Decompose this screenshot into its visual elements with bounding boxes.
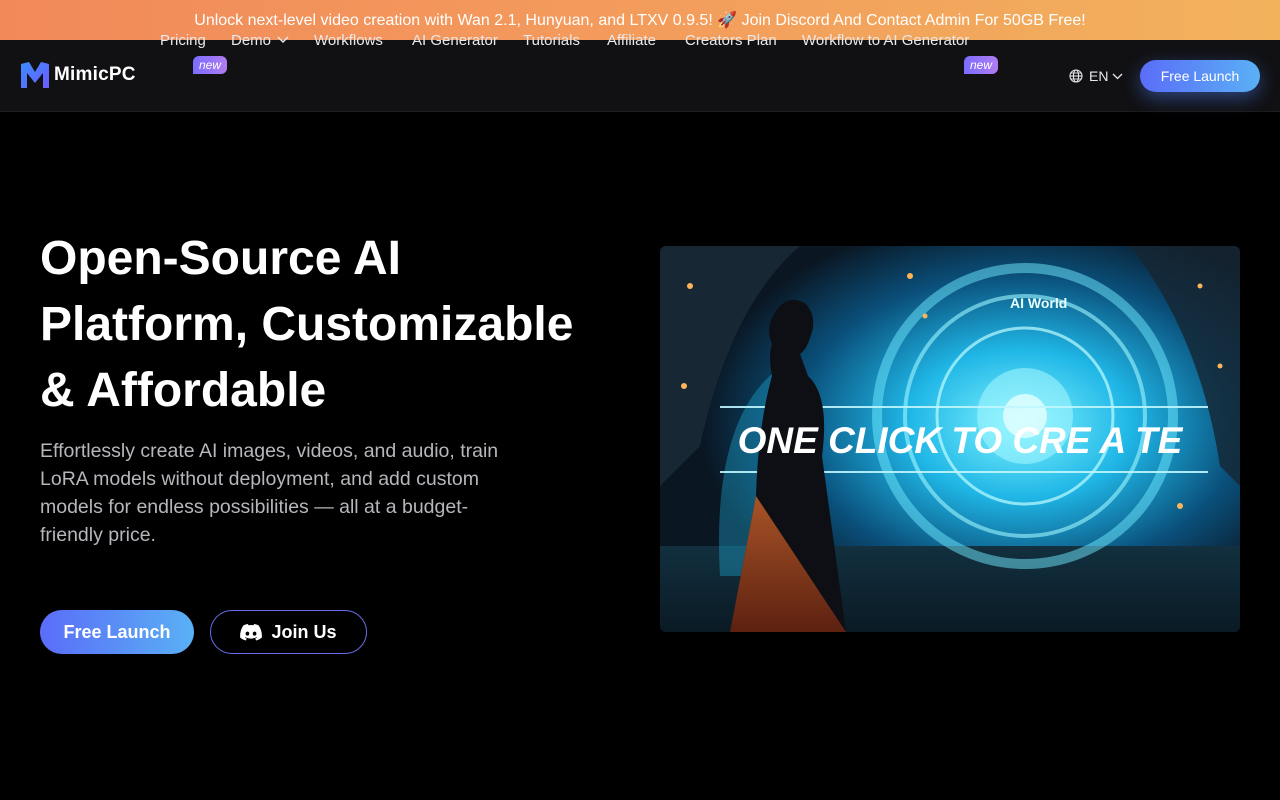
new-badge: new [964, 56, 999, 74]
nav-workflows[interactable]: Workflows [314, 30, 383, 52]
chevron-down-icon [277, 36, 289, 43]
free-launch-label: Free Launch [1160, 68, 1240, 84]
hero-video-preview[interactable]: AI World ONE CLICK TO CRE A TE [660, 246, 1240, 632]
promo-banner-text: Unlock next-level video creation with Wa… [194, 12, 1086, 29]
hero-title-line: & Affordable [40, 364, 327, 417]
new-badge: new [193, 56, 228, 74]
nav-ai-generator[interactable]: AI Generator [412, 30, 498, 52]
mimicpc-logo-icon [21, 62, 49, 88]
hero-title: Open-Source AI Platform, Customizable & … [40, 226, 620, 424]
hero-subtitle: Effortlessly create AI images, videos, a… [40, 440, 499, 546]
logo[interactable]: MimicPC [20, 60, 136, 90]
chevron-down-icon [1112, 73, 1123, 79]
hero-title-line: Platform, Customizable [40, 298, 574, 351]
nav-workflow-to-ai-generator[interactable]: Workflow to AI Generator [802, 30, 969, 52]
hero-title-line: Open-Source AI [40, 232, 401, 285]
language-value: EN [1089, 68, 1109, 84]
discord-icon [240, 623, 263, 640]
nav-pricing[interactable]: Pricing [160, 30, 206, 52]
nav-creators-plan[interactable]: Creators Plan [685, 30, 777, 52]
hero-scene-illustration: AI World ONE CLICK TO CRE A TE [660, 246, 1240, 632]
nav-demo-label: Demo [231, 32, 272, 49]
portal-label: AI World [1010, 295, 1067, 311]
nav-demo[interactable]: Demo [231, 30, 289, 52]
free-launch-button[interactable]: Free Launch [1140, 60, 1260, 92]
video-overlay-text: ONE CLICK TO CRE A TE [738, 420, 1184, 461]
language-selector[interactable]: EN [1069, 65, 1123, 87]
logo-text: MimicPC [54, 64, 136, 85]
hero-free-launch-label: Free Launch [63, 621, 171, 642]
hero-free-launch-button[interactable]: Free Launch [40, 610, 194, 654]
join-us-label: Join Us [271, 621, 337, 642]
globe-icon [1069, 69, 1083, 83]
nav-affiliate[interactable]: Affiliate [607, 30, 656, 52]
nav-tutorials[interactable]: Tutorials [523, 30, 580, 52]
join-us-button[interactable]: Join Us [210, 610, 367, 654]
